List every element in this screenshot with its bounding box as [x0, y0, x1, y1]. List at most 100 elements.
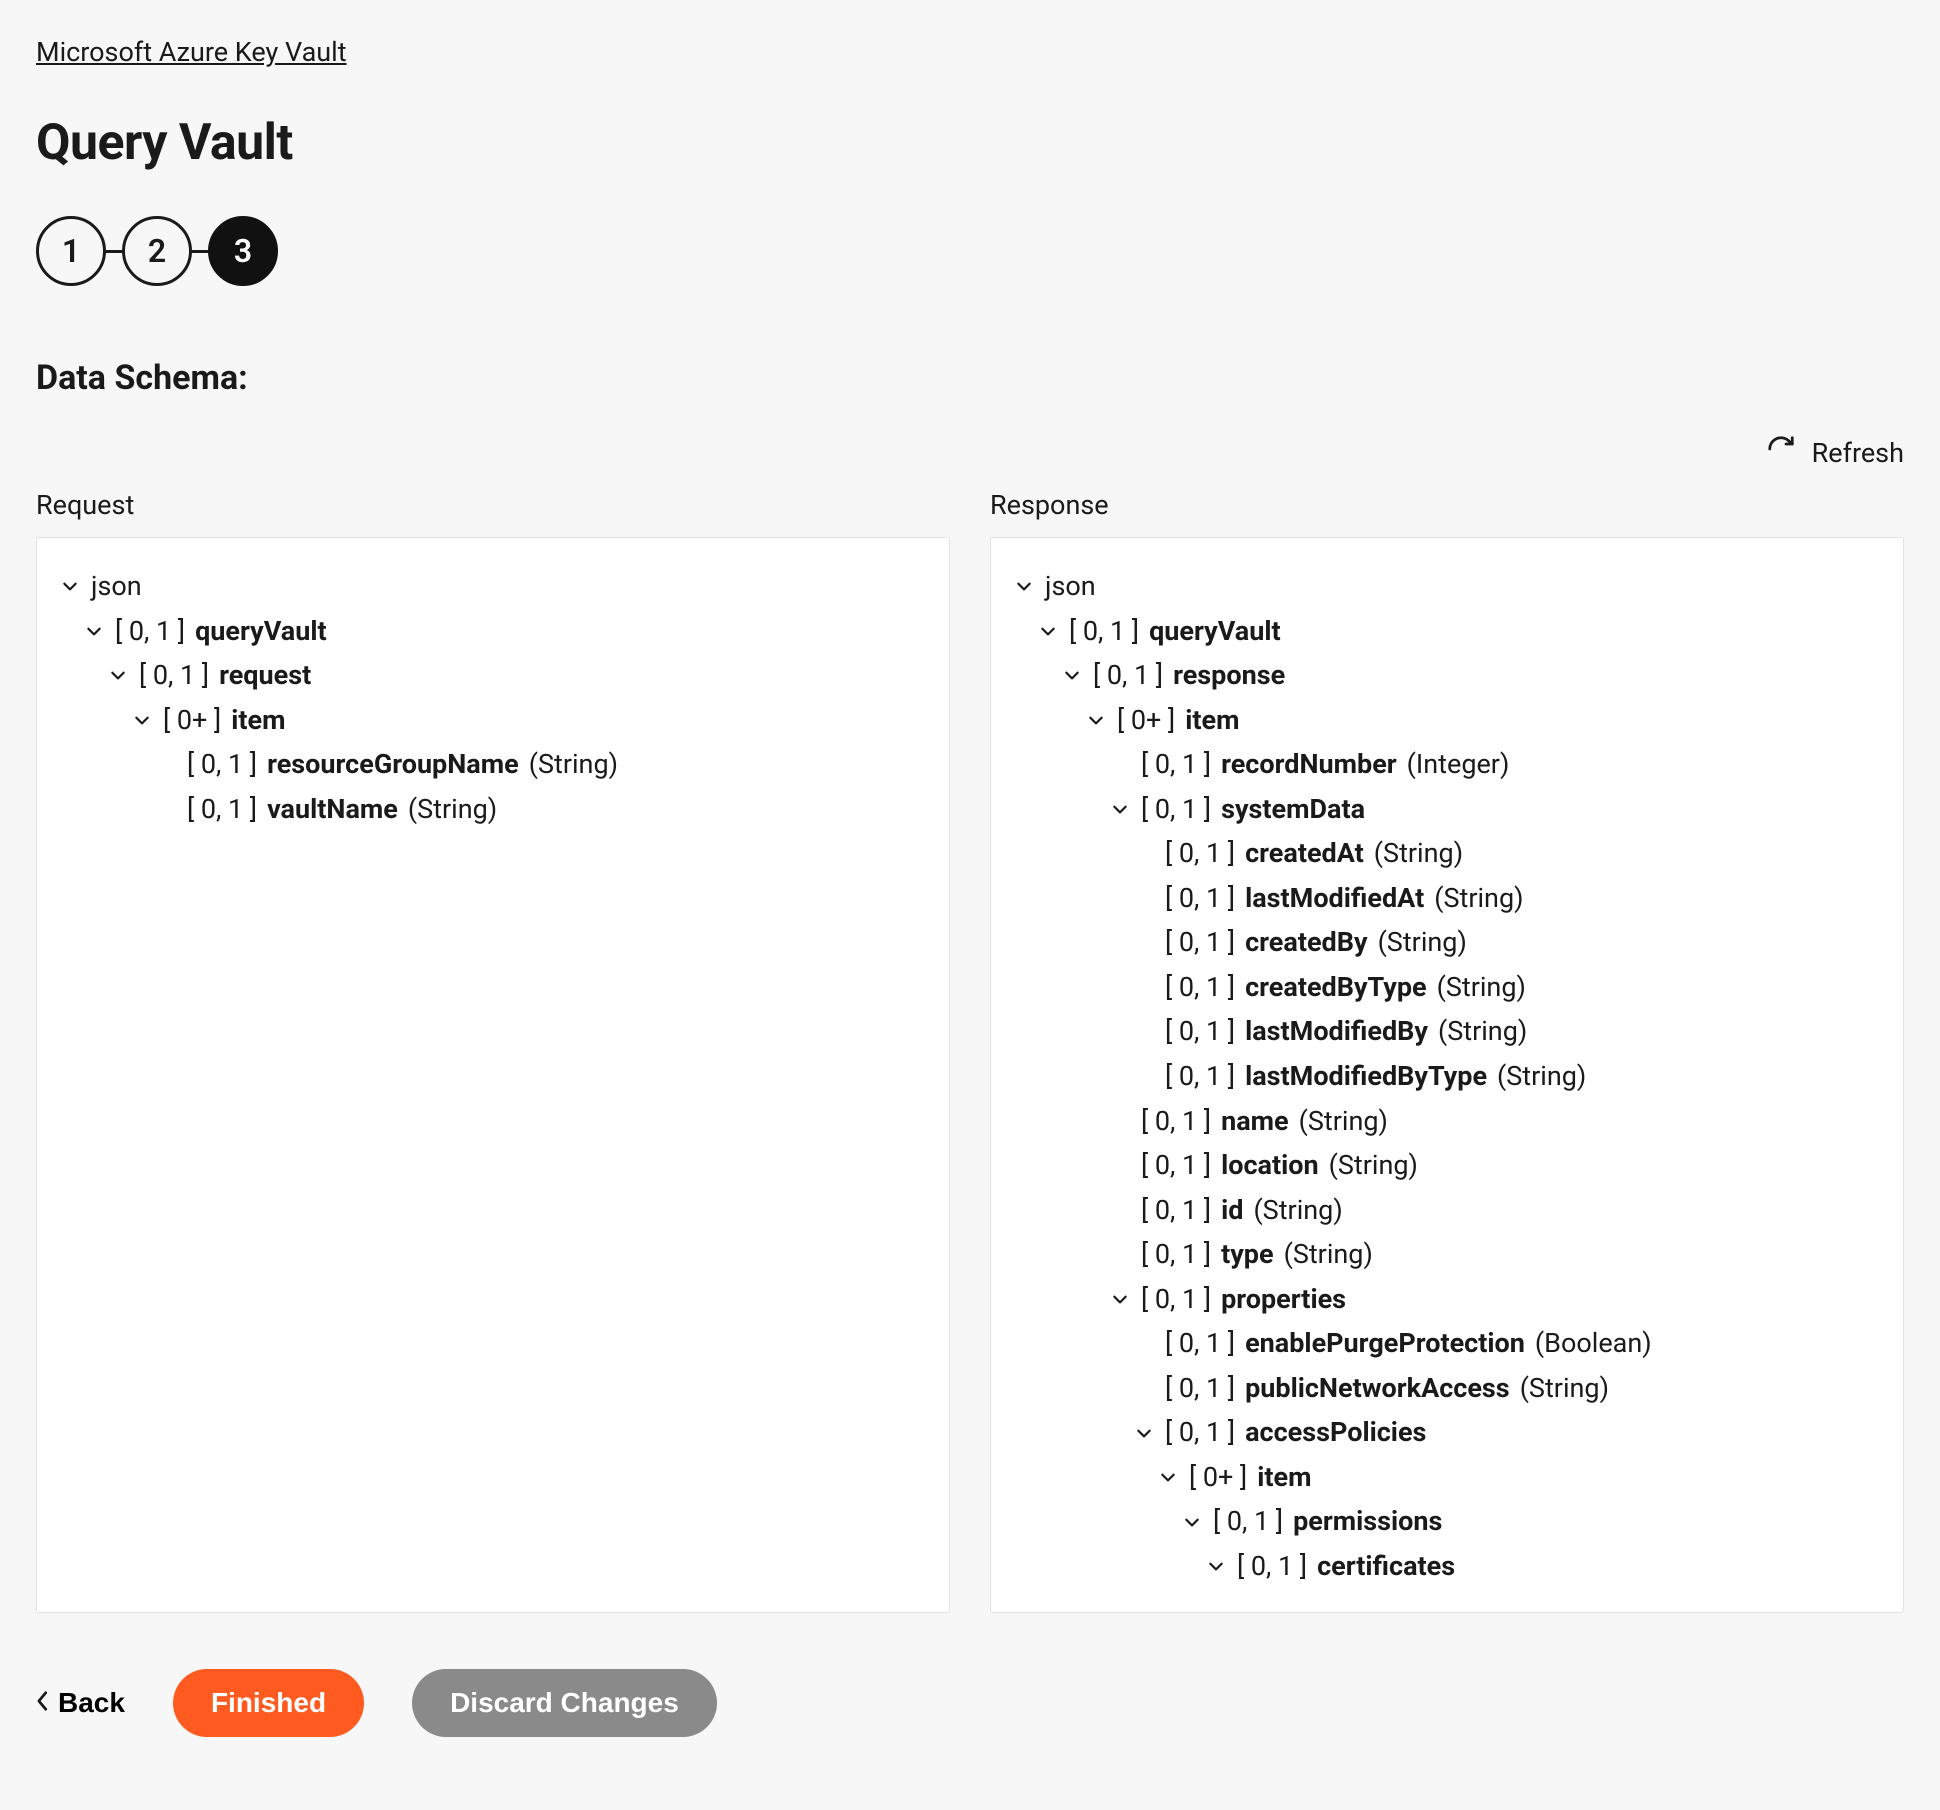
tree-row[interactable]: [ 0+ ] item — [59, 698, 927, 743]
field-type: (String) — [1299, 1099, 1388, 1144]
field-name: response — [1173, 653, 1285, 698]
field-name: vaultName — [267, 787, 398, 832]
field-name: request — [219, 653, 311, 698]
field-name: queryVault — [195, 609, 327, 654]
field-type: (String) — [1438, 1009, 1527, 1054]
tree-row[interactable]: [ 0, 1 ] request — [59, 653, 927, 698]
tree-root[interactable]: json — [1013, 564, 1881, 609]
cardinality: [ 0, 1 ] — [1213, 1499, 1283, 1544]
cardinality: [ 0, 1 ] — [1165, 1321, 1235, 1366]
back-button[interactable]: Back — [36, 1687, 125, 1719]
finished-button[interactable]: Finished — [173, 1669, 364, 1737]
refresh-label: Refresh — [1812, 437, 1904, 469]
cardinality: [ 0, 1 ] — [1165, 876, 1235, 921]
tree-row[interactable]: [ 0, 1 ] response — [1013, 653, 1881, 698]
cardinality: [ 0, 1 ] — [1141, 1099, 1211, 1144]
field-name: item — [1185, 698, 1239, 743]
discard-changes-button[interactable]: Discard Changes — [412, 1669, 717, 1737]
request-panel-label: Request — [36, 489, 950, 521]
field-name: resourceGroupName — [267, 742, 519, 787]
cardinality: [ 0, 1 ] — [115, 609, 185, 654]
field-type: (String) — [1374, 831, 1463, 876]
field-name: createdAt — [1245, 831, 1364, 876]
tree-row: [ 0, 1 ] createdByType (String) — [1013, 965, 1881, 1010]
chevron-down-icon — [1109, 800, 1131, 818]
step-3[interactable]: 3 — [208, 216, 278, 286]
tree-row[interactable]: [ 0, 1 ] queryVault — [1013, 609, 1881, 654]
chevron-down-icon — [1013, 577, 1035, 595]
field-name: location — [1221, 1143, 1319, 1188]
section-title: Data Schema: — [36, 358, 1904, 398]
cardinality: [ 0, 1 ] — [1165, 1054, 1235, 1099]
cardinality: [ 0, 1 ] — [1141, 787, 1211, 832]
cardinality: [ 0, 1 ] — [1165, 1410, 1235, 1455]
step-connector — [192, 250, 208, 253]
field-name: name — [1221, 1099, 1289, 1144]
cardinality: [ 0, 1 ] — [1165, 965, 1235, 1010]
chevron-down-icon — [1157, 1468, 1179, 1486]
tree-row: [ 0, 1 ] id (String) — [1013, 1188, 1881, 1233]
tree-row: [ 0, 1 ] enablePurgeProtection (Boolean) — [1013, 1321, 1881, 1366]
chevron-down-icon — [107, 666, 129, 684]
cardinality: [ 0, 1 ] — [1141, 1232, 1211, 1277]
field-name: id — [1221, 1188, 1243, 1233]
field-type: (String) — [1284, 1232, 1373, 1277]
breadcrumb-link[interactable]: Microsoft Azure Key Vault — [36, 36, 347, 68]
chevron-down-icon — [1085, 711, 1107, 729]
chevron-left-icon — [36, 1687, 50, 1719]
back-label: Back — [58, 1687, 125, 1719]
tree-row[interactable]: [ 0, 1 ] systemData — [1013, 787, 1881, 832]
field-name: enablePurgeProtection — [1245, 1321, 1525, 1366]
field-type: (String) — [1437, 965, 1526, 1010]
tree-row[interactable]: [ 0, 1 ] permissions — [1013, 1499, 1881, 1544]
cardinality: [ 0, 1 ] — [1069, 609, 1139, 654]
field-name: item — [1257, 1455, 1311, 1500]
chevron-down-icon — [1133, 1424, 1155, 1442]
tree-row: [ 0, 1 ] createdAt (String) — [1013, 831, 1881, 876]
cardinality: [ 0, 1 ] — [1141, 1143, 1211, 1188]
field-type: (String) — [1520, 1366, 1609, 1411]
field-type: (Boolean) — [1535, 1321, 1652, 1366]
cardinality: [ 0+ ] — [163, 698, 221, 743]
chevron-down-icon — [1061, 666, 1083, 684]
tree-root[interactable]: json — [59, 564, 927, 609]
tree-row: [ 0, 1 ] name (String) — [1013, 1099, 1881, 1144]
tree-row[interactable]: [ 0, 1 ] accessPolicies — [1013, 1410, 1881, 1455]
field-name: lastModifiedBy — [1245, 1009, 1428, 1054]
field-name: lastModifiedAt — [1245, 876, 1424, 921]
tree-row[interactable]: [ 0, 1 ] queryVault — [59, 609, 927, 654]
field-name: createdByType — [1245, 965, 1427, 1010]
tree-row: [ 0, 1 ] lastModifiedBy (String) — [1013, 1009, 1881, 1054]
cardinality: [ 0, 1 ] — [187, 742, 257, 787]
field-name: recordNumber — [1221, 742, 1397, 787]
tree-row[interactable]: [ 0, 1 ] certificates — [1013, 1544, 1881, 1589]
field-type: (String) — [1497, 1054, 1586, 1099]
step-1[interactable]: 1 — [36, 216, 106, 286]
tree-row[interactable]: [ 0, 1 ] properties — [1013, 1277, 1881, 1322]
request-schema-box: json[ 0, 1 ] queryVault[ 0, 1 ] request[… — [36, 537, 950, 1613]
cardinality: [ 0, 1 ] — [1237, 1544, 1307, 1589]
field-type: (String) — [1329, 1143, 1418, 1188]
field-name: accessPolicies — [1245, 1410, 1426, 1455]
tree-row: [ 0, 1 ] location (String) — [1013, 1143, 1881, 1188]
tree-row: [ 0, 1 ] type (String) — [1013, 1232, 1881, 1277]
field-type: (String) — [529, 742, 618, 787]
chevron-down-icon — [1205, 1557, 1227, 1575]
tree-row[interactable]: [ 0+ ] item — [1013, 698, 1881, 743]
cardinality: [ 0, 1 ] — [1165, 831, 1235, 876]
tree-row: [ 0, 1 ] lastModifiedAt (String) — [1013, 876, 1881, 921]
field-type: (Integer) — [1407, 742, 1510, 787]
refresh-button[interactable]: Refresh — [36, 434, 1904, 471]
cardinality: [ 0, 1 ] — [1141, 1277, 1211, 1322]
field-name: properties — [1221, 1277, 1346, 1322]
step-2[interactable]: 2 — [122, 216, 192, 286]
tree-row: [ 0, 1 ] vaultName (String) — [59, 787, 927, 832]
cardinality: [ 0, 1 ] — [187, 787, 257, 832]
field-name: lastModifiedByType — [1245, 1054, 1487, 1099]
field-name: permissions — [1293, 1499, 1442, 1544]
chevron-down-icon — [131, 711, 153, 729]
tree-row: [ 0, 1 ] publicNetworkAccess (String) — [1013, 1366, 1881, 1411]
cardinality: [ 0, 1 ] — [139, 653, 209, 698]
chevron-down-icon — [1037, 622, 1059, 640]
tree-row[interactable]: [ 0+ ] item — [1013, 1455, 1881, 1500]
